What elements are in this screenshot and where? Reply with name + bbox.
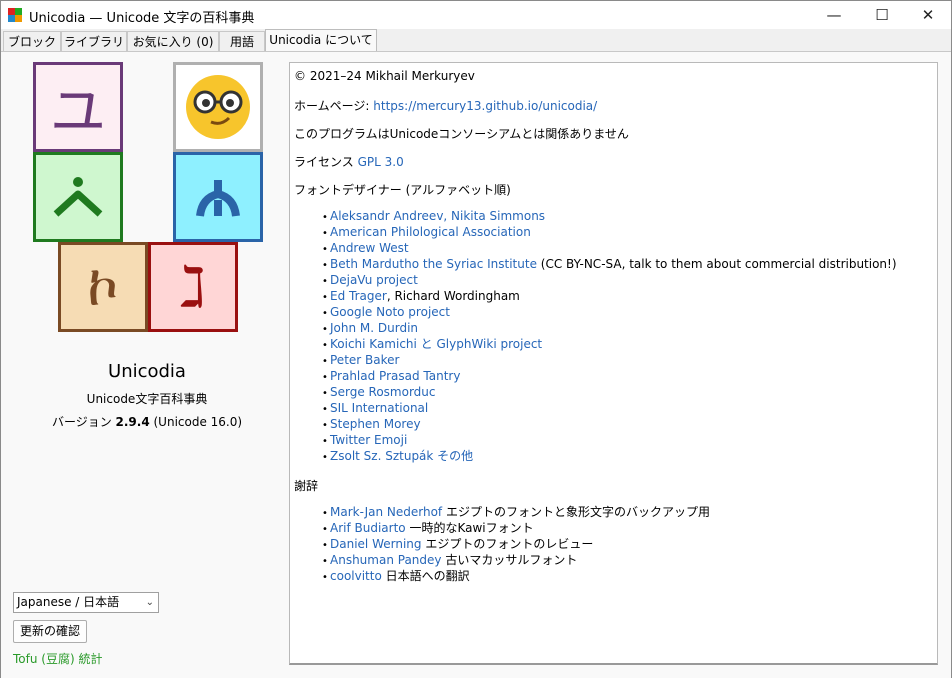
unicode-version: (Unicode 16.0) <box>149 415 243 429</box>
thanks-list: • Mark-Jan Nederhof エジプトのフォントと象形文字のバックアップ… <box>322 504 710 584</box>
thanks-note: 古いマカッサルフォント <box>441 553 578 567</box>
app-logo-icon <box>8 8 22 22</box>
thanks-note: エジプトのフォントと象形文字のバックアップ用 <box>442 505 710 519</box>
tab-library[interactable]: ライブラリ <box>61 31 127 51</box>
minimize-icon: — <box>826 6 842 24</box>
maximize-button[interactable]: ☐ <box>859 1 905 29</box>
list-item: • Aleksandr Andreev, Nikita Simmons <box>322 209 546 223</box>
version-number: 2.9.4 <box>115 415 150 429</box>
designer-link[interactable]: Google Noto project <box>330 305 450 319</box>
list-item: • Stephen Morey <box>322 417 421 431</box>
thanks-note: 一時的なKawiフォント <box>405 521 534 535</box>
designer-link[interactable]: Andrew West <box>330 241 409 255</box>
logo-tile-ethiopic: ኮ <box>58 242 148 332</box>
tab-favorites[interactable]: お気に入り (0) <box>127 31 219 51</box>
version-label: バージョン <box>51 415 116 429</box>
thanks-link[interactable]: Mark-Jan Nederhof <box>330 505 442 519</box>
syriac-glyph-icon <box>53 177 103 217</box>
list-item: • Anshuman Pandey 古いマカッサルフォント <box>322 553 578 567</box>
designer-link[interactable]: John M. Durdin <box>330 321 418 335</box>
font-designer-list: • Aleksandr Andreev, Nikita Simmons • Amer… <box>322 208 897 464</box>
designer-link[interactable]: Twitter Emoji <box>330 433 407 447</box>
list-item: • American Philological Association <box>322 225 531 239</box>
disclaimer: このプログラムはUnicodeコンソーシアムとは関係ありません <box>294 127 629 141</box>
app-window: Unicodia — Unicode 文字の百科事典 — ☐ ✕ ブロック ライ… <box>0 0 952 678</box>
license-line: ライセンス GPL 3.0 <box>294 153 404 170</box>
homepage-label: ホームページ: <box>294 99 374 113</box>
designer-link[interactable]: Peter Baker <box>330 353 399 367</box>
tab-bar: ブロック ライブラリ お気に入り (0) 用語 Unicodia について <box>1 29 951 52</box>
designer-link[interactable]: Prahlad Prasad Tantry <box>330 369 460 383</box>
designer-link[interactable]: Stephen Morey <box>330 417 421 431</box>
list-item: • Peter Baker <box>322 353 400 367</box>
thanks-note: エジプトのフォントのレビュー <box>421 537 594 551</box>
list-item: • coolvitto 日本語への翻訳 <box>322 569 470 583</box>
window-title: Unicodia — Unicode 文字の百科事典 <box>29 11 255 26</box>
fonts-heading: フォントデザイナー (アルファベット順) <box>294 183 511 197</box>
tab-blocks[interactable]: ブロック <box>3 31 61 51</box>
close-button[interactable]: ✕ <box>905 1 951 29</box>
copyright: © 2021–24 Mikhail Merkuryev <box>294 69 475 83</box>
license-link[interactable]: GPL 3.0 <box>358 155 404 169</box>
designer-link[interactable]: Aleksandr Andreev, Nikita Simmons <box>330 209 545 223</box>
logo-tile-canadian <box>173 152 263 242</box>
app-subtitle: Unicode文字百科事典 <box>86 392 208 406</box>
designer-link[interactable]: Koichi Kamichi と GlyphWiki project <box>330 337 542 351</box>
language-select-value: Japanese / 日本語 <box>17 595 120 609</box>
close-icon: ✕ <box>921 6 935 24</box>
list-item: • Beth Mardutho the Syriac Institute (CC … <box>322 257 897 271</box>
tofu-stats-link[interactable]: Tofu (豆腐) 統計 <box>13 650 102 667</box>
check-updates-button[interactable]: 更新の確認 <box>13 620 87 643</box>
canadian-syllabic-icon <box>196 180 240 217</box>
language-select[interactable]: Japanese / 日本語 ⌄ <box>13 592 159 613</box>
app-name: Unicodia <box>108 361 186 382</box>
nerd-face-icon <box>186 75 250 139</box>
designer-link[interactable]: SIL International <box>330 401 428 415</box>
list-item: • DejaVu project <box>322 273 418 287</box>
designer-link[interactable]: American Philological Association <box>330 225 531 239</box>
list-item: • Mark-Jan Nederhof エジプトのフォントと象形文字のバックアップ… <box>322 505 710 519</box>
list-item: • Koichi Kamichi と GlyphWiki project <box>322 337 543 351</box>
logo-tile-emoji <box>173 62 263 152</box>
thanks-link[interactable]: Daniel Werning <box>330 537 422 551</box>
homepage-link[interactable]: https://mercury13.github.io/unicodia/ <box>373 99 597 113</box>
about-text-pane[interactable]: © 2021–24 Mikhail Merkuryev ホームページ: http… <box>289 62 938 665</box>
homepage-line: ホームページ: https://mercury13.github.io/unic… <box>294 97 597 114</box>
list-item: • Serge Rosmorduc <box>322 385 436 399</box>
list-item: • Arif Budiarto 一時的なKawiフォント <box>322 521 534 535</box>
thanks-link[interactable]: Anshuman Pandey <box>330 553 442 567</box>
designer-link[interactable]: Zsolt Sz. Sztupák その他 <box>330 449 473 463</box>
list-item: • Daniel Werning エジプトのフォントのレビュー <box>322 537 594 551</box>
thanks-link[interactable]: coolvitto <box>330 569 382 583</box>
tab-terms[interactable]: 用語 <box>219 31 265 51</box>
list-item: • Ed Trager, Richard Wordingham <box>322 289 520 303</box>
designer-note: , Richard Wordingham <box>386 289 520 303</box>
minimize-button[interactable]: — <box>811 1 857 29</box>
thanks-note: 日本語への翻訳 <box>381 569 470 583</box>
list-item: • Twitter Emoji <box>322 433 408 447</box>
designer-note: (CC BY-NC-SA, talk to them about commerc… <box>536 257 897 271</box>
app-version: バージョン 2.9.4 (Unicode 16.0) <box>41 413 253 430</box>
designer-link[interactable]: Beth Mardutho the Syriac Institute <box>330 257 537 271</box>
list-item: • SIL International <box>322 401 429 415</box>
designer-link[interactable]: DejaVu project <box>330 273 418 287</box>
list-item: • John M. Durdin <box>322 321 419 335</box>
logo-tile-hebrew: ℷ <box>148 242 238 332</box>
thanks-heading: 謝辞 <box>294 479 319 493</box>
list-item: • Zsolt Sz. Sztupák その他 <box>322 449 474 463</box>
designer-link[interactable]: Serge Rosmorduc <box>330 385 436 399</box>
title-bar[interactable]: Unicodia — Unicode 文字の百科事典 — ☐ ✕ <box>1 1 951 29</box>
thanks-link[interactable]: Arif Budiarto <box>330 521 406 535</box>
list-item: • Prahlad Prasad Tantry <box>322 369 461 383</box>
tab-about[interactable]: Unicodia について <box>265 29 377 52</box>
designer-link[interactable]: Ed Trager <box>330 289 387 303</box>
chevron-down-icon: ⌄ <box>145 597 154 608</box>
maximize-icon: ☐ <box>875 6 889 24</box>
logo-tile-katakana: ユ <box>33 62 123 152</box>
list-item: • Andrew West <box>322 241 409 255</box>
logo-tile-syriac <box>33 152 123 242</box>
license-label: ライセンス <box>294 155 358 169</box>
list-item: • Google Noto project <box>322 305 450 319</box>
